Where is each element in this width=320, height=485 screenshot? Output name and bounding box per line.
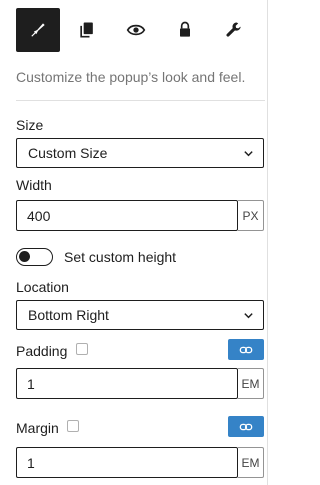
chevron-down-icon — [244, 151, 253, 157]
size-select[interactable]: Custom Size — [16, 138, 264, 168]
link-icon — [239, 423, 253, 430]
settings-tabs — [16, 8, 261, 52]
popup-settings-panel: Customize the popup’s look and feel. Siz… — [0, 0, 269, 485]
size-value: Custom Size — [28, 145, 108, 161]
panel-divider — [267, 0, 268, 485]
panel-description: Customize the popup’s look and feel. — [16, 69, 246, 85]
padding-unit[interactable]: EM — [238, 368, 264, 399]
padding-label: Padding — [16, 343, 68, 359]
toggle-knob — [19, 251, 30, 262]
wrench-icon — [226, 22, 241, 37]
width-label: Width — [16, 177, 52, 193]
tab-access[interactable] — [163, 8, 207, 52]
brush-icon — [31, 23, 45, 37]
chevron-down-icon — [244, 313, 253, 319]
location-label: Location — [16, 279, 69, 295]
location-select[interactable]: Bottom Right — [16, 300, 264, 330]
tab-content[interactable] — [65, 8, 109, 52]
custom-height-toggle[interactable] — [16, 248, 53, 266]
tab-style[interactable] — [16, 8, 60, 52]
padding-link-button[interactable] — [228, 339, 264, 360]
eye-icon — [126, 24, 146, 36]
custom-height-label: Set custom height — [64, 249, 177, 265]
margin-sides-icon[interactable] — [67, 420, 79, 432]
margin-link-button[interactable] — [228, 416, 264, 437]
lock-icon — [180, 21, 190, 37]
location-value: Bottom Right — [28, 307, 109, 323]
size-label: Size — [16, 117, 44, 133]
width-input[interactable]: 400 — [16, 200, 238, 231]
copy-icon — [80, 22, 93, 38]
link-icon — [239, 346, 253, 353]
tab-visibility[interactable] — [114, 8, 158, 52]
margin-unit[interactable]: EM — [238, 447, 264, 478]
padding-sides-icon[interactable] — [76, 343, 88, 355]
padding-input[interactable]: 1 — [16, 368, 238, 399]
tab-advanced[interactable] — [212, 8, 256, 52]
width-unit[interactable]: PX — [238, 200, 264, 231]
section-divider — [16, 100, 265, 101]
margin-label: Margin — [16, 420, 59, 436]
margin-input[interactable]: 1 — [16, 447, 238, 478]
